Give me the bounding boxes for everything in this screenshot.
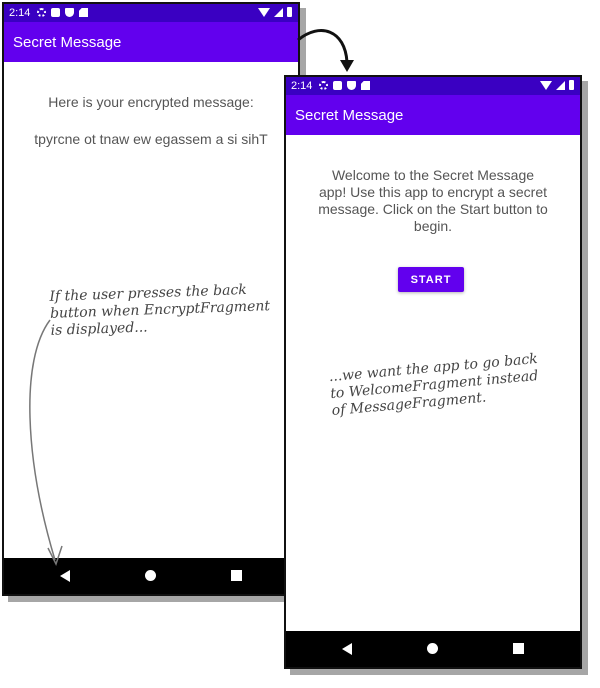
navigation-bar [4, 558, 298, 594]
gear-icon [37, 8, 46, 17]
sd-card-icon [361, 81, 370, 90]
app-title: Secret Message [13, 34, 122, 51]
navigation-bar [286, 631, 580, 667]
welcome-line: begin. [413, 218, 453, 234]
back-icon[interactable] [60, 570, 70, 582]
wifi-icon [258, 7, 270, 17]
wifi-icon [540, 80, 552, 90]
signal-icon [274, 7, 283, 17]
status-time: 2:14 [291, 80, 313, 92]
sd-card-icon [79, 8, 88, 17]
app-bar: Secret Message [4, 22, 298, 62]
home-icon[interactable] [427, 643, 438, 654]
recents-icon[interactable] [231, 570, 242, 581]
encrypted-message-heading: Here is your encrypted message: [48, 94, 254, 110]
a-icon [51, 8, 60, 17]
recents-icon[interactable] [513, 643, 524, 654]
home-icon[interactable] [145, 570, 156, 581]
back-icon[interactable] [342, 643, 352, 655]
encrypted-message-text: tpyrcne ot tnaw ew egassem a si sihT [34, 131, 268, 147]
status-time: 2:14 [9, 7, 31, 19]
gear-icon [319, 81, 328, 90]
app-bar: Secret Message [286, 95, 580, 135]
curved-arrow-top [297, 29, 349, 63]
welcome-line: message. Click on the Start button to [318, 201, 548, 217]
welcome-text: Welcome to the Secret Message app! Use t… [306, 167, 560, 235]
status-bar: 2:14 [4, 4, 298, 22]
a-icon [333, 81, 342, 90]
app-title: Secret Message [295, 107, 404, 124]
shield-icon [347, 81, 356, 90]
welcome-line: Welcome to the Secret Message [331, 167, 535, 183]
start-button[interactable]: START [398, 267, 464, 292]
shield-icon [65, 8, 74, 17]
battery-icon [287, 7, 292, 17]
annotation-back-press: If the user presses the back button when… [49, 281, 271, 340]
status-bar: 2:14 [286, 77, 580, 95]
battery-icon [569, 80, 574, 90]
welcome-line: app! Use this app to encrypt a secret [318, 184, 547, 200]
arrow-head-top [340, 60, 354, 72]
signal-icon [556, 80, 565, 90]
